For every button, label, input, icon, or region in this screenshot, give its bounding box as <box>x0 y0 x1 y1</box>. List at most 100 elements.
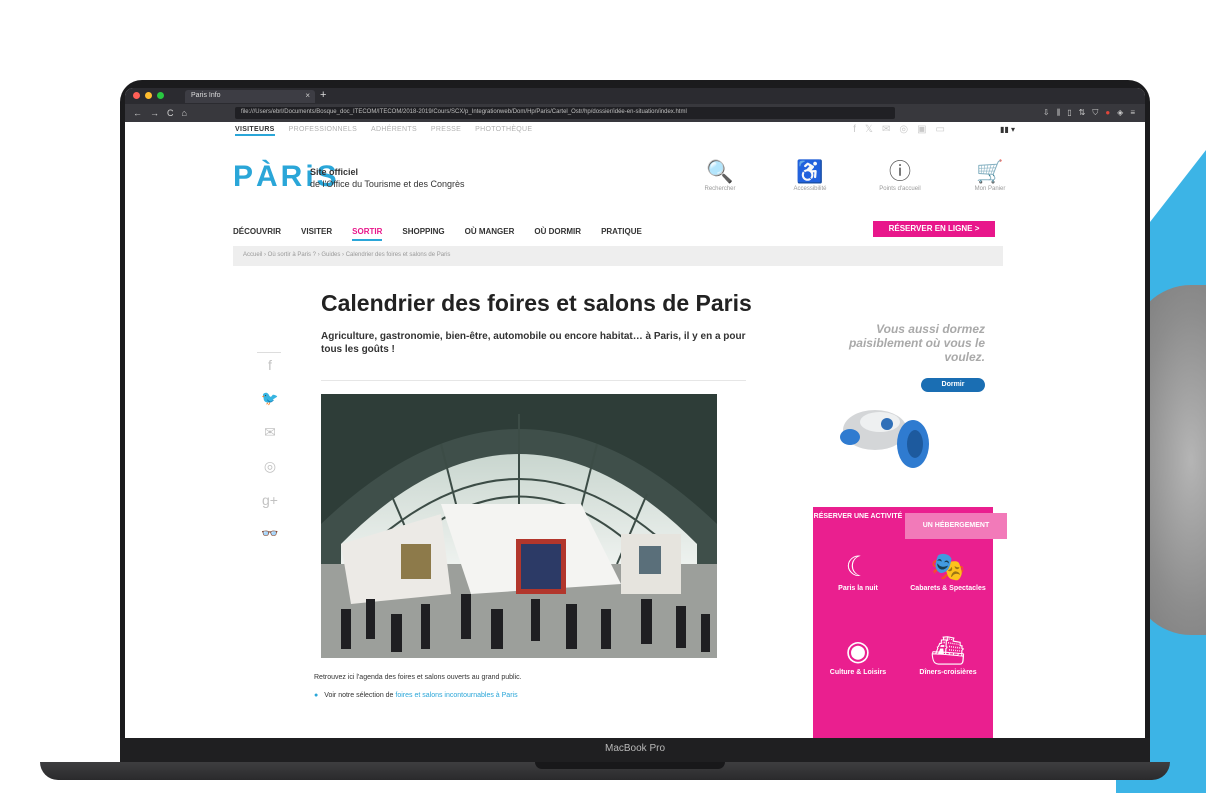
share-googleplus-icon[interactable]: g+ <box>261 492 279 508</box>
share-tripadvisor-icon[interactable]: 👓 <box>261 525 279 542</box>
browser-tab[interactable]: Paris Info × <box>185 90 315 103</box>
browser-tab-title: Paris Info <box>191 92 221 99</box>
search-icon: 🔍 <box>706 159 734 184</box>
accessibility-label: Accessibilité <box>793 186 827 192</box>
sync-icon[interactable]: ⇅ <box>1079 108 1086 118</box>
toplink-professionnels[interactable]: PROFESSIONNELS <box>289 126 357 136</box>
maximize-window-button[interactable] <box>157 92 164 99</box>
activity-label: Paris la nuit <box>838 585 878 592</box>
nav-visiter[interactable]: VISITER <box>301 227 332 241</box>
activity-diners-croisieres[interactable]: ⛴ Dîners-croisières <box>903 634 993 677</box>
cart-icon: 🛒 <box>976 159 1004 184</box>
forward-button[interactable]: → <box>150 108 159 118</box>
download-icon[interactable]: ⇩ <box>1043 108 1050 118</box>
share-twitter-icon[interactable]: 🐦 <box>261 390 279 407</box>
language-selector[interactable]: ▮▮ ▾ <box>1000 125 1015 134</box>
new-tab-button[interactable]: + <box>320 89 326 101</box>
nav-sortir[interactable]: SORTIR <box>352 227 383 241</box>
share-mail-icon[interactable]: ✉ <box>261 424 279 441</box>
ad-dormir-button[interactable]: Dormir <box>921 378 985 392</box>
header-tools: 🔍 Rechercher ♿ Accessibilité ⓘ Points d'… <box>685 158 1025 192</box>
selection-line: ● Voir notre sélection de foires et salo… <box>314 692 518 699</box>
travel-pillow-ad-image <box>840 410 929 468</box>
instagram-icon[interactable]: ◎ <box>899 124 908 135</box>
toplink-adherents[interactable]: ADHÉRENTS <box>371 126 417 136</box>
info-icon: ⓘ <box>888 159 911 184</box>
cart-label: Mon Panier <box>974 186 1006 192</box>
extensions-icon[interactable]: ◈ <box>1117 108 1123 118</box>
laptop-model-label: MacBook Pro <box>604 743 666 754</box>
close-window-button[interactable] <box>133 92 140 99</box>
website: VISITEURS PROFESSIONNELS ADHÉRENTS PRESS… <box>125 122 1145 738</box>
sidebar-icon[interactable]: ▯ <box>1067 108 1071 118</box>
address-bar[interactable]: file:///Users/ebrl/Documents/Bosque_doc_… <box>234 107 895 119</box>
breadcrumb[interactable]: Accueil › Où sortir à Paris ? › Guides ›… <box>233 246 1003 266</box>
search-tool[interactable]: 🔍 Rechercher <box>685 158 755 192</box>
share-pinterest-icon[interactable]: ◎ <box>261 458 279 475</box>
page-title: Calendrier des foires et salons de Paris <box>321 290 752 316</box>
moon-icon: ☾ <box>845 551 871 582</box>
activity-label: Cabarets & Spectacles <box>910 585 986 592</box>
cart-tool[interactable]: 🛒 Mon Panier <box>955 158 1025 192</box>
activity-panel <box>813 507 993 738</box>
tab-hebergement[interactable]: UN HÉBERGEMENT <box>905 513 1007 539</box>
tagline-line1: Site officiel <box>310 167 359 177</box>
accessibility-tool[interactable]: ♿ Accessibilité <box>775 158 845 192</box>
info-points-label: Points d'accueil <box>879 186 921 192</box>
twitter-icon[interactable]: 𝕏 <box>865 124 873 135</box>
tagline-line2: de l'Office du Tourisme et des Congrès <box>310 179 465 189</box>
activity-paris-la-nuit[interactable]: ☾ Paris la nuit <box>813 550 903 593</box>
nav-shopping[interactable]: SHOPPING <box>402 227 444 241</box>
browser-toolbar-icons: ⇩ ⫼ ▯ ⇅ ⛉ ● ◈ ≡ <box>1043 108 1135 118</box>
activity-cabarets[interactable]: 🎭 Cabarets & Spectacles <box>903 550 993 593</box>
video-icon[interactable]: ▭ <box>936 124 945 135</box>
toplink-visiteurs[interactable]: VISITEURS <box>235 126 275 136</box>
window-controls <box>133 92 164 99</box>
activity-label: Culture & Loisirs <box>829 669 887 676</box>
gallery-icon[interactable]: ▣ <box>917 124 926 135</box>
bullet-icon: ● <box>314 692 319 699</box>
page-subtitle: Agriculture, gastronomie, bien-être, aut… <box>321 331 746 355</box>
share-facebook-icon[interactable]: f <box>261 357 279 373</box>
share-divider <box>257 352 281 353</box>
activity-culture-loisirs[interactable]: ◉ Culture & Loisirs <box>813 634 903 677</box>
laptop-screen: Paris Info × + ← → C ⌂ file:///Users/ebr… <box>125 88 1145 738</box>
browser-tab-bar: Paris Info × + <box>125 88 1145 104</box>
social-links: f 𝕏 ✉ ◎ ▣ ▭ <box>853 124 945 135</box>
browser-toolbar: ← → C ⌂ file:///Users/ebrl/Documents/Bos… <box>125 104 1145 122</box>
close-tab-icon[interactable]: × <box>305 91 310 100</box>
shield-icon[interactable]: ⛉ <box>1092 108 1098 118</box>
fair-hall-photo <box>321 394 717 658</box>
back-button[interactable]: ← <box>133 108 142 118</box>
activity-label: Dîners-croisières <box>919 669 977 676</box>
nav-decouvrir[interactable]: DÉCOUVRIR <box>233 227 281 241</box>
nav-ou-manger[interactable]: OÙ MANGER <box>465 227 515 241</box>
adblock-icon[interactable]: ● <box>1105 108 1110 118</box>
info-points-tool[interactable]: ⓘ Points d'accueil <box>865 158 935 192</box>
site-tagline: Site officiel de l'Office du Tourisme et… <box>310 166 464 190</box>
facebook-icon[interactable]: f <box>853 124 856 135</box>
accessibility-icon: ♿ <box>796 159 824 184</box>
eye-icon: ◉ <box>845 635 871 666</box>
minimize-window-button[interactable] <box>145 92 152 99</box>
selection-link[interactable]: foires et salons incontournables à Paris <box>395 692 517 699</box>
mail-icon[interactable]: ✉ <box>882 124 890 135</box>
reserve-online-button[interactable]: RÉSERVER EN LIGNE > <box>873 221 995 237</box>
nav-ou-dormir[interactable]: OÙ DORMIR <box>534 227 581 241</box>
library-icon[interactable]: ⫼ <box>1057 108 1061 118</box>
home-button[interactable]: ⌂ <box>182 108 187 118</box>
fair-hall-illustration <box>321 394 717 658</box>
title-divider <box>321 380 746 381</box>
photo-caption: Retrouvez ici l'agenda des foires et sal… <box>314 674 522 681</box>
toplink-presse[interactable]: PRESSE <box>431 126 461 136</box>
theatre-masks-icon: 🎭 <box>930 551 966 582</box>
toplink-phototheque[interactable]: PHOTOTHÈQUE <box>475 126 532 136</box>
tab-reserver-activite[interactable]: RÉSERVER UNE ACTIVITÉ <box>813 507 903 539</box>
nav-pratique[interactable]: PRATIQUE <box>601 227 642 241</box>
selection-prefix: Voir notre sélection de <box>324 692 394 699</box>
ad-slogan: Vous aussi dormez paisiblement où vous l… <box>848 322 985 364</box>
reload-button[interactable]: C <box>167 108 174 118</box>
laptop-hinge-notch <box>535 762 725 769</box>
main-nav: DÉCOUVRIR VISITER SORTIR SHOPPING OÙ MAN… <box>233 227 642 241</box>
menu-icon[interactable]: ≡ <box>1130 108 1135 118</box>
